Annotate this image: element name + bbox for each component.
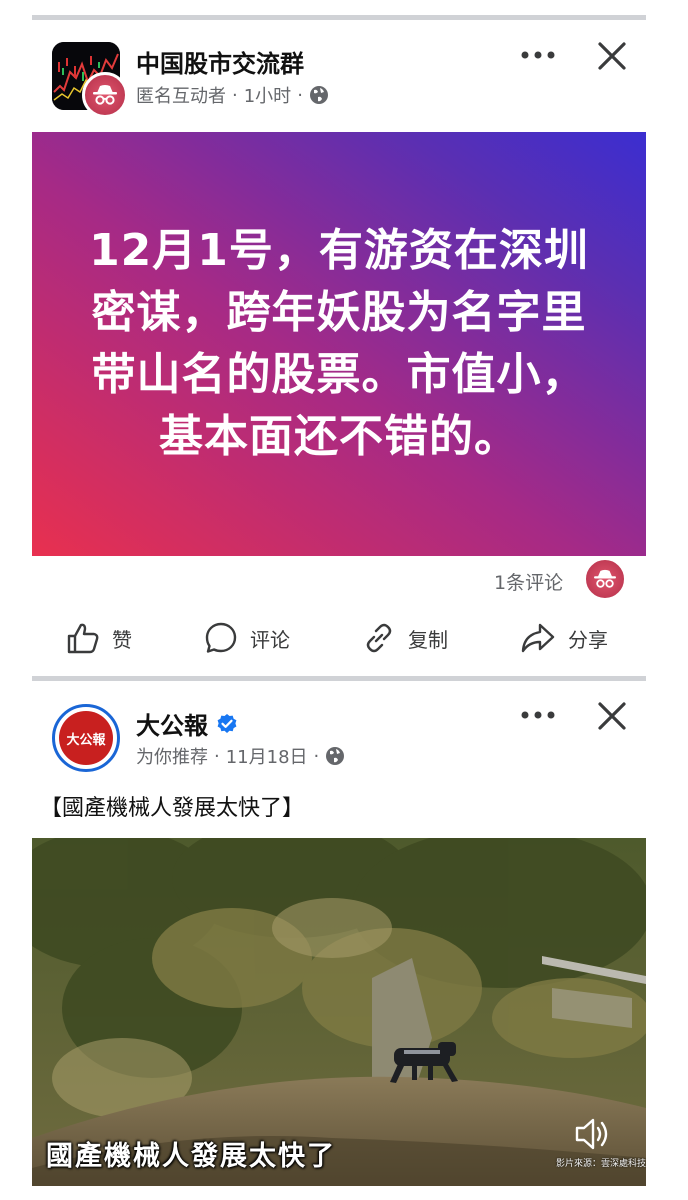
comment-icon (205, 622, 237, 653)
globe-icon (309, 86, 328, 104)
author-name[interactable]: 匿名互动者 (136, 82, 226, 108)
close-post-button[interactable] (594, 38, 630, 74)
post-actions: 赞 评论 复制 分享 (0, 612, 688, 664)
group-name[interactable]: 中国股市交流群 (136, 44, 304, 79)
recommend-label: 为你推荐 (136, 747, 208, 768)
feed-divider-top (32, 15, 646, 20)
comment-count[interactable]: 1条评论 (494, 568, 563, 595)
logo-text: 大公報 (66, 732, 106, 748)
video-caption: 國產機械人發展太快了 (46, 1141, 336, 1172)
post2-title: 【國產機械人發展太快了】 (40, 796, 305, 821)
meta-separator: · (232, 84, 238, 106)
page-name[interactable]: 大公報 (136, 706, 208, 741)
share-icon (521, 623, 555, 653)
page-logo[interactable]: 大公報 (52, 704, 120, 772)
comment-button[interactable]: 评论 (204, 612, 290, 664)
more-icon (521, 711, 555, 719)
more-options-button-2[interactable] (518, 700, 558, 730)
sound-toggle-button[interactable] (574, 1116, 612, 1156)
verified-icon (217, 713, 237, 733)
video-credit: 影片來源：雲深處科技 (556, 1159, 646, 1169)
copy-label: 复制 (408, 627, 448, 652)
video-player[interactable]: 國產機械人發展太快了 影片來源：雲深處科技 (32, 838, 646, 1186)
like-button[interactable]: 赞 (66, 612, 132, 664)
share-label: 分享 (568, 627, 608, 652)
globe-icon (326, 747, 345, 765)
post-message: 12月1号，有游资在深圳密谋，跨年妖股为名字里带山名的股票。市值小，基本面还不错… (89, 225, 589, 462)
like-label: 赞 (112, 627, 132, 652)
post-time[interactable]: 1小时 (244, 82, 291, 108)
meta-separator: · (313, 745, 320, 767)
comment-label: 评论 (250, 627, 290, 652)
post-meta: 匿名互动者 · 1小时 · (136, 82, 329, 108)
anonymous-badge-icon (82, 72, 128, 118)
more-icon (521, 51, 555, 59)
text-post-card[interactable]: 12月1号，有游资在深圳密谋，跨年妖股为名字里带山名的股票。市值小，基本面还不错… (32, 132, 646, 556)
close-icon (598, 702, 626, 730)
post2-date[interactable]: 11月18日 (226, 743, 308, 769)
page-name-row: 大公報 (136, 706, 238, 741)
link-icon (366, 623, 392, 653)
sound-icon (575, 1118, 608, 1150)
more-options-button[interactable] (518, 40, 558, 70)
feed-divider (32, 676, 646, 681)
group-avatar[interactable] (52, 42, 128, 118)
post2-meta: 为你推荐 · 11月18日 · (136, 743, 345, 769)
meta-separator: · (297, 84, 303, 106)
copy-link-button[interactable]: 复制 (362, 612, 448, 664)
logo-badge: 大公報 (59, 711, 113, 765)
share-button[interactable]: 分享 (520, 612, 608, 664)
meta-separator: · (214, 745, 220, 767)
like-icon (67, 623, 99, 654)
close-icon (598, 42, 626, 70)
commenter-avatar-icon[interactable] (584, 558, 626, 600)
close-post-button-2[interactable] (594, 698, 630, 734)
